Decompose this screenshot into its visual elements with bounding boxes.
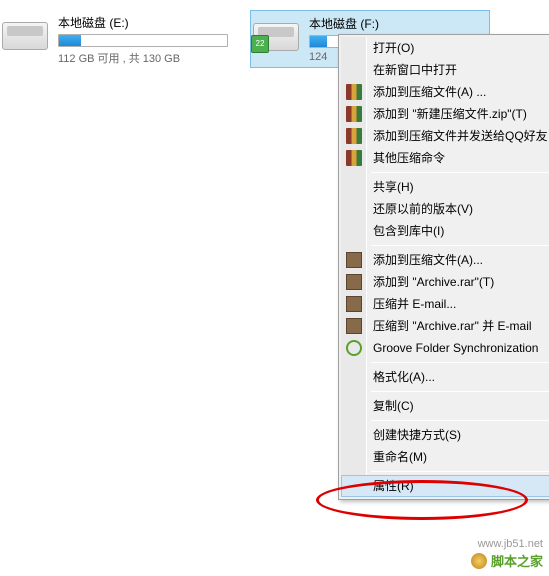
menu-add-rar[interactable]: 添加到 "Archive.rar"(T) [341,271,549,293]
menu-add-archive2[interactable]: 添加到压缩文件(A)... [341,249,549,271]
menu-open-new-window[interactable]: 在新窗口中打开 [341,59,549,81]
menu-compress-rar-email[interactable]: 压缩到 "Archive.rar" 并 E-mail [341,315,549,337]
context-menu: 打开(O) 在新窗口中打开 添加到压缩文件(A) ... 添加到 "新建压缩文件… [338,34,549,500]
menu-groove[interactable]: Groove Folder Synchronization [341,337,549,359]
watermark-logo-icon [471,553,487,569]
drive-e-bar [58,34,228,47]
menu-properties[interactable]: 属性(R) [341,475,549,497]
separator [371,420,549,421]
hdd-icon: 22 [253,13,301,51]
watermark-site: 脚本之家 [471,551,543,570]
menu-restore-versions[interactable]: 还原以前的版本(V) [341,198,549,220]
menu-other-compress[interactable]: 其他压缩命令 [341,147,549,169]
rar-icon [346,296,362,312]
menu-create-shortcut[interactable]: 创建快捷方式(S) [341,424,549,446]
drive-f-title: 本地磁盘 (F:) [309,15,487,32]
sync-icon [346,340,362,356]
separator [371,172,549,173]
archive-icon [346,106,362,122]
separator [371,245,549,246]
hdd-icon [2,12,50,50]
menu-format[interactable]: 格式化(A)... [341,366,549,388]
watermark-url: www.jb51.net [478,538,543,550]
separator [371,391,549,392]
rar-icon [346,274,362,290]
menu-rename[interactable]: 重命名(M) [341,446,549,468]
separator [371,362,549,363]
menu-add-archive[interactable]: 添加到压缩文件(A) ... [341,81,549,103]
rar-icon [346,252,362,268]
menu-add-send-qq[interactable]: 添加到压缩文件并发送给QQ好友 [341,125,549,147]
menu-copy[interactable]: 复制(C) [341,395,549,417]
menu-compress-email[interactable]: 压缩并 E-mail... [341,293,549,315]
archive-icon [346,128,362,144]
separator [371,471,549,472]
menu-share[interactable]: 共享(H) [341,176,549,198]
rar-icon [346,318,362,334]
drive-e-title: 本地磁盘 (E:) [58,14,238,31]
menu-add-zip[interactable]: 添加到 "新建压缩文件.zip"(T) [341,103,549,125]
menu-include-library[interactable]: 包含到库中(I) [341,220,549,242]
menu-open[interactable]: 打开(O) [341,37,549,59]
archive-icon [346,150,362,166]
drive-e-sub: 112 GB 可用 , 共 130 GB [58,50,238,66]
archive-icon [346,84,362,100]
drive-e[interactable]: 本地磁盘 (E:) 112 GB 可用 , 共 130 GB [0,10,240,68]
